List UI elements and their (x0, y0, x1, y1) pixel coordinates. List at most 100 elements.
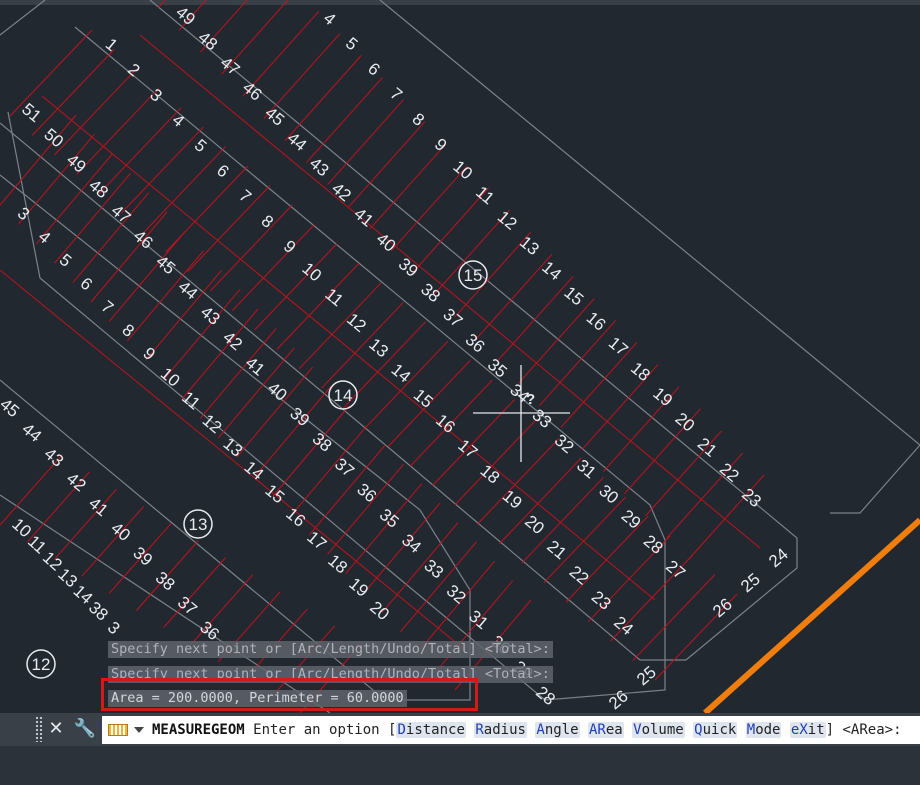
block15-top-lot-42: 42 (328, 179, 355, 206)
block14-bottom-lot-11: 11 (321, 284, 347, 310)
block13-bottom-lot-4: 4 (35, 227, 54, 248)
command-bar-grip[interactable] (35, 716, 43, 742)
block15-top-lot-40: 40 (373, 229, 400, 256)
block-14-lot-line (31, 49, 115, 136)
block13-bottom-lot-6: 6 (77, 274, 96, 295)
block15-top-lot-46: 46 (239, 78, 266, 105)
block-14-lot-line (632, 574, 716, 661)
block14-top-lot-40: 40 (264, 378, 291, 405)
block13-bottom-lot-10: 10 (157, 364, 184, 391)
block-15-lot-line (327, 99, 404, 185)
block15-bottom-lot-14: 14 (538, 258, 565, 285)
command-line[interactable]: MEASUREGEOM Enter an option [Distance Ra… (102, 716, 920, 744)
block14-bottom-lot-10: 10 (298, 259, 325, 286)
block14-bottom-lot-22: 22 (566, 562, 593, 589)
block14-bottom-lot-14: 14 (388, 360, 415, 387)
option-mode[interactable]: Mode (745, 722, 782, 738)
block13-bottom-lot-7: 7 (98, 297, 117, 318)
block-15-lot-line (369, 143, 447, 230)
block13-bottom-lot-19: 19 (345, 574, 372, 601)
block14-top-lot-33: 33 (420, 556, 447, 583)
block15-top-lot-30: 30 (595, 481, 622, 508)
block-14-lot-line (54, 68, 137, 156)
block15-top-lot-33: 33 (529, 405, 556, 432)
command-prompt: Enter an option [ (253, 722, 397, 738)
block14-top-lot-41: 41 (242, 353, 269, 380)
block12-lot-3: 3 (104, 618, 124, 638)
block-14-lot-line (120, 126, 204, 214)
easement-line (379, 0, 920, 514)
option-quick[interactable]: Quick (693, 722, 738, 738)
measure-icon (108, 724, 128, 736)
block-label-14: 14 (328, 380, 358, 410)
command-suffix: ] <ARea>: (825, 722, 902, 738)
block15-top-lot-49: 49 (172, 2, 199, 29)
block15-bottom-lot-10: 10 (449, 157, 476, 184)
block13-bottom-lot-16: 16 (282, 504, 309, 531)
block14-bottom-lot-15: 15 (410, 385, 437, 412)
block14-bottom-lot-12: 12 (343, 309, 370, 336)
option-area[interactable]: ARea (587, 722, 624, 738)
block15-bottom-lot-4: 4 (320, 8, 339, 29)
block15-top-lot-27: 27 (662, 556, 689, 583)
block-15-lot-line (496, 275, 574, 362)
block15-top-lot-48: 48 (194, 28, 221, 55)
block13-bottom-lot-5: 5 (56, 250, 75, 271)
option-angle[interactable]: Angle (535, 722, 580, 738)
block-12-lot-line (81, 505, 145, 577)
block-12-lot-line (54, 488, 117, 560)
road-centerline (702, 517, 920, 716)
block13-bottom-lot-11: 11 (178, 388, 204, 414)
block15-bottom-lot-13: 13 (516, 232, 543, 259)
option-distance[interactable]: Distance (396, 722, 466, 738)
status-area (0, 746, 920, 785)
block14-top-lot-49: 49 (63, 150, 90, 177)
block14-bottom-lot-5: 5 (191, 135, 210, 156)
block13-top-lot-42: 42 (63, 469, 90, 496)
block15-bottom-lot-16: 16 (583, 308, 610, 335)
block13-bottom-lot-18: 18 (324, 551, 351, 578)
block14-top-lot-45: 45 (152, 252, 179, 279)
option-radius[interactable]: Radius (474, 722, 527, 738)
block14-top-lot-38: 38 (309, 429, 336, 456)
block-13-lot-line (272, 405, 350, 497)
block15-top-lot-47: 47 (217, 53, 244, 80)
wrench-icon[interactable]: 🔧 (73, 716, 97, 742)
block14-bottom-lot-8: 8 (258, 211, 277, 232)
block14-bottom-lot-24: 24 (610, 612, 637, 639)
block14-top-lot-37: 37 (331, 454, 358, 481)
block-13-rear-line (0, 269, 466, 651)
block14-end-lot-26: 26 (605, 686, 632, 713)
block14-bottom-lot-16: 16 (432, 410, 459, 437)
block-15-lot-line (348, 121, 426, 208)
block14-top-lot-28: 28 (532, 682, 559, 709)
option-exit[interactable]: eXit (789, 722, 826, 738)
block13-bottom-lot-9: 9 (139, 344, 158, 365)
block-15-lot-line (390, 165, 468, 252)
block15-top-lot-35: 35 (484, 355, 511, 382)
option-volume[interactable]: Volume (632, 722, 685, 738)
close-icon[interactable]: ✕ (44, 716, 68, 742)
block13-top-lot-38: 38 (152, 568, 179, 595)
block-12-lot-line (163, 557, 226, 628)
block15-top-lot-32: 32 (551, 431, 578, 458)
block15-bottom-lot-5: 5 (342, 34, 361, 55)
block-14-lot-line (254, 243, 338, 331)
block13-top-lot-37: 37 (174, 593, 201, 620)
svg-text:12: 12 (32, 655, 51, 674)
block15-top-lot-45: 45 (261, 103, 288, 130)
block13-bottom-lot-8: 8 (119, 320, 138, 341)
block15-bottom-lot-6: 6 (364, 59, 383, 80)
block15-top-lot-29: 29 (618, 506, 645, 533)
block15-bottom-lot-17: 17 (605, 333, 632, 360)
history-line-1: Specify next point or [Arc/Length/Undo/T… (108, 641, 553, 658)
block15-bottom-lot-20: 20 (672, 409, 699, 436)
block15-bottom-lot-19: 19 (649, 384, 676, 411)
block14-bottom-lot-20: 20 (521, 511, 548, 538)
block13-bottom-lot-14: 14 (241, 457, 268, 484)
block-14-outline (7, 26, 666, 701)
recent-commands-dropdown-icon[interactable] (134, 727, 144, 733)
block15-end-lot-26: 26 (709, 594, 736, 621)
block14-bottom-lot-4: 4 (169, 110, 188, 131)
cursor-question-mark: ? (526, 391, 535, 408)
